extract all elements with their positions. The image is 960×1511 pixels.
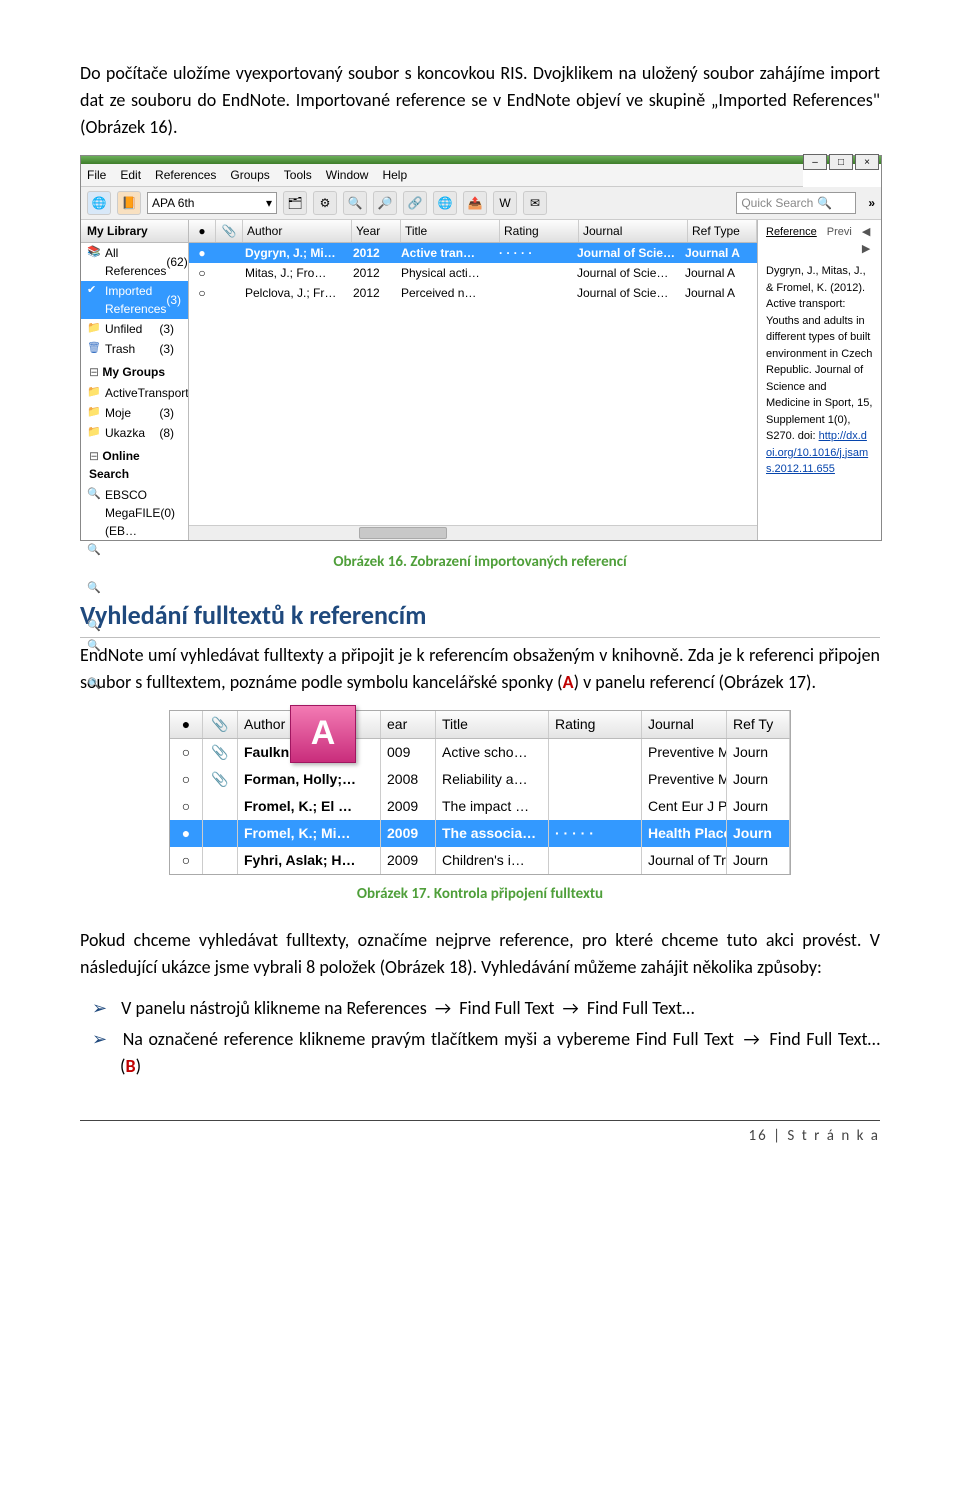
quick-search-input[interactable]: Quick Search 🔍 — [736, 192, 856, 214]
sidebar-item[interactable]: 📚All References(62) — [81, 243, 188, 281]
table-row[interactable]: ○📎Forman, Holly;…2008Reliability a…Preve… — [170, 766, 790, 793]
preview-tab-preview[interactable]: Previ — [827, 224, 852, 257]
table-row[interactable]: ○Mitas, J.; Fro…2012Physical acti…Journa… — [189, 263, 757, 283]
col-title[interactable]: Title — [401, 220, 500, 242]
sidebar-group-online[interactable]: Online Search — [81, 443, 188, 485]
close-icon[interactable]: × — [855, 154, 879, 170]
reference-grid: ● 📎 Author Year Title Rating Journal Ref… — [189, 220, 758, 540]
menu-edit[interactable]: Edit — [120, 166, 141, 184]
minimize-icon[interactable]: – — [803, 154, 827, 170]
col2-rating[interactable]: Rating — [549, 711, 642, 738]
quick-search-placeholder: Quick Search — [741, 194, 813, 212]
col2-journal[interactable]: Journal — [642, 711, 727, 738]
menu-groups[interactable]: Groups — [230, 166, 269, 184]
col-journal[interactable]: Journal — [579, 220, 688, 242]
caption-17: Obrázek 17. Kontrola připojení fulltextu — [80, 883, 880, 906]
label-b-inline: B — [125, 1055, 135, 1077]
table-row[interactable]: ●Dygryn, J.; Mi…2012Active tran…· · · · … — [189, 243, 757, 263]
arrow-icon: → — [743, 1026, 759, 1053]
fulltext-icon[interactable]: 🔎 — [373, 191, 397, 215]
word-icon[interactable]: W — [493, 191, 517, 215]
table-row[interactable]: ○Fromel, K.; El …2009The impact …Cent Eu… — [170, 793, 790, 820]
search-icon[interactable]: 🔍 — [343, 191, 367, 215]
list-item-1: V panelu nástrojů klikneme na References… — [120, 995, 880, 1022]
grid-header: ● 📎 Author Year Title Rating Journal Ref… — [189, 220, 757, 243]
page-footer: 16 | S t r á n k a — [80, 1120, 880, 1148]
export-icon[interactable]: 📤 — [463, 191, 487, 215]
preview-citation-text: Dygryn, J., Mitas, J., & Fromel, K. (201… — [766, 263, 873, 478]
col-author[interactable]: Author — [243, 220, 352, 242]
toolbar-overflow-icon[interactable]: » — [868, 194, 875, 212]
sidebar-item[interactable]: 🗑Trash(3) — [81, 339, 188, 359]
maximize-icon[interactable]: □ — [829, 154, 853, 170]
sidebar-item[interactable]: 🔍EBSCO MegaFILE (EB…(0) — [81, 485, 188, 540]
window-titlebar: – □ × — [81, 156, 881, 164]
section-heading: Vyhledání fulltextů k referencím — [80, 596, 880, 638]
screenshot-endnote-window: – □ × File Edit References Groups Tools … — [80, 155, 882, 541]
card-icon[interactable]: 🗂 — [283, 191, 307, 215]
col2-read[interactable]: ● — [170, 711, 203, 738]
arrow-icon: → — [562, 995, 578, 1022]
gear-icon[interactable]: ⚙ — [313, 191, 337, 215]
callout-a: A — [290, 705, 356, 763]
preview-tab-reference[interactable]: Reference — [766, 224, 817, 257]
col-read[interactable]: ● — [189, 220, 216, 242]
sidebar-item[interactable]: 📁ActiveTransport(48) — [81, 383, 188, 403]
table-row[interactable]: ○📎Faulkn009Active scho…Preventive Medi…J… — [170, 739, 790, 766]
col2-reftype[interactable]: Ref Ty — [727, 711, 790, 738]
paragraph-2: EndNote umí vyhledávat fulltexty a připo… — [80, 642, 880, 696]
sidebar-header: My Library — [81, 220, 188, 243]
label-a-inline: A — [563, 671, 574, 693]
menu-tools[interactable]: Tools — [284, 166, 312, 184]
preview-pane: Reference Previ ◀ ▶ Dygryn, J., Mitas, J… — [758, 220, 881, 540]
style-dropdown[interactable]: APA 6th ▾ — [147, 192, 277, 214]
style-dropdown-value: APA 6th — [152, 194, 194, 212]
col2-title[interactable]: Title — [436, 711, 549, 738]
sidebar-item[interactable]: 📁Moje(3) — [81, 403, 188, 423]
globe-icon[interactable]: 🌐 — [87, 191, 111, 215]
paragraph-1: Do počítače uložíme vyexportovaný soubor… — [80, 60, 880, 141]
col2-year[interactable]: ear — [381, 711, 436, 738]
instruction-list: V panelu nástrojů klikneme na References… — [80, 995, 880, 1080]
caption-16: Obrázek 16. Zobrazení importovaných refe… — [80, 551, 880, 574]
table-row[interactable]: ○Pelclova, J.; Fr…2012Perceived n…Journa… — [189, 283, 757, 303]
link-icon[interactable]: 🔗 — [403, 191, 427, 215]
col-year[interactable]: Year — [352, 220, 401, 242]
col-reftype[interactable]: Ref Type — [688, 220, 757, 242]
table-row[interactable]: ●Fromel, K.; Mi…2009The associa…· · · · … — [170, 820, 790, 847]
book-icon[interactable]: 📙 — [117, 191, 141, 215]
sidebar-item[interactable]: ✔Imported References(3) — [81, 281, 188, 319]
sidebar-item[interactable]: 📁Unfiled(3) — [81, 319, 188, 339]
horizontal-scrollbar[interactable] — [189, 525, 757, 540]
menu-window[interactable]: Window — [326, 166, 369, 184]
sidebar-item[interactable]: 📁Ukazka(8) — [81, 423, 188, 443]
menu-bar: File Edit References Groups Tools Window… — [81, 164, 803, 187]
menu-references[interactable]: References — [155, 166, 216, 184]
search-go-icon: 🔍 — [817, 194, 832, 212]
table-header: ● 📎 Author ear Title Rating Journal Ref … — [170, 711, 790, 739]
paragraph-3: Pokud chceme vyhledávat fulltexty, označ… — [80, 927, 880, 981]
toolbar: 🌐 📙 APA 6th ▾ 🗂 ⚙ 🔍 🔎 🔗 🌐 📤 W ✉ Quick Se… — [81, 187, 881, 220]
arrow-icon: → — [435, 995, 451, 1022]
screenshot-reference-table: A ● 📎 Author ear Title Rating Journal Re… — [169, 710, 791, 875]
col2-attach[interactable]: 📎 — [203, 711, 238, 738]
sidebar-group-mygroups[interactable]: My Groups — [81, 359, 188, 383]
mail-icon[interactable]: ✉ — [523, 191, 547, 215]
chevron-down-icon: ▾ — [266, 194, 272, 212]
menu-file[interactable]: File — [87, 166, 106, 184]
sidebar: My Library 📚All References(62)✔Imported … — [81, 220, 189, 540]
preview-nav-icon[interactable]: ◀ ▶ — [862, 224, 873, 257]
table-row[interactable]: ○Fyhri, Aslak; H…2009Children's i…Journa… — [170, 847, 790, 874]
list-item-2: Na označené reference klikneme pravým tl… — [120, 1026, 880, 1080]
col-rating[interactable]: Rating — [500, 220, 579, 242]
menu-help[interactable]: Help — [382, 166, 407, 184]
online-icon[interactable]: 🌐 — [433, 191, 457, 215]
col-attach[interactable]: 📎 — [216, 220, 243, 242]
